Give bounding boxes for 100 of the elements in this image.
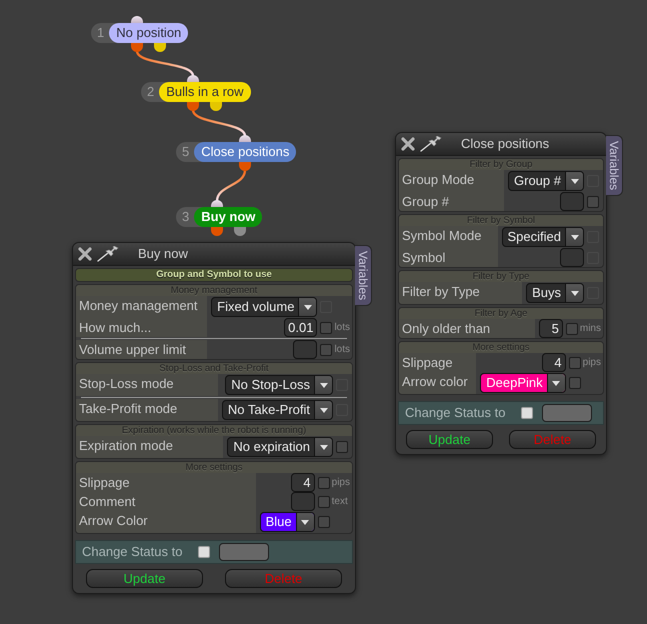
status-field[interactable]	[219, 543, 270, 561]
node-label: Buy now	[194, 207, 262, 227]
node-number: 1	[96, 24, 106, 42]
dropdown[interactable]: Fixed volume	[211, 297, 318, 317]
field-label: Slippage	[76, 473, 256, 492]
checkbox[interactable]	[568, 377, 581, 389]
input-field[interactable]: 0.01	[284, 318, 318, 337]
connector-line	[192, 110, 246, 136]
checkbox[interactable]	[318, 496, 330, 508]
field-label: Money management	[76, 296, 208, 318]
field-label: Symbol Mode	[399, 226, 498, 248]
side-tab[interactable]: Variables	[355, 245, 372, 306]
output-port-icon[interactable]	[234, 227, 246, 236]
checkbox[interactable]	[568, 356, 581, 368]
checkbox[interactable]	[318, 476, 330, 488]
pin-icon[interactable]	[420, 136, 442, 152]
graph-node[interactable]: 3 Buy now	[176, 207, 262, 227]
color-dropdown[interactable]: DeepPink	[480, 373, 566, 393]
caret-icon	[301, 520, 310, 524]
input-port-icon[interactable]	[239, 135, 251, 142]
unit-label: text	[332, 496, 348, 508]
checkbox[interactable]	[198, 546, 210, 558]
checkbox[interactable]	[521, 407, 534, 419]
input-port-icon[interactable]	[187, 75, 199, 82]
field-label: Expiration mode	[76, 436, 224, 458]
node-number: 2	[146, 83, 156, 101]
node-number: 3	[181, 208, 190, 226]
graph-node[interactable]: 2 Bulls in a row	[141, 82, 251, 102]
update-button[interactable]: Update	[406, 430, 493, 449]
status-field[interactable]	[542, 404, 592, 422]
field-label: Stop-Loss mode	[76, 374, 218, 396]
field-label: Group #	[399, 192, 504, 211]
field-label: How much...	[76, 318, 208, 337]
caret-icon	[320, 382, 328, 388]
unit-label: mins	[580, 322, 601, 334]
input-port-icon[interactable]	[211, 200, 223, 207]
output-port-icon[interactable]	[211, 227, 223, 236]
input-port-icon[interactable]	[131, 16, 143, 23]
dropdown[interactable]: No Stop-Loss	[225, 375, 333, 395]
caret-icon	[304, 304, 312, 310]
dropdown[interactable]: No expiration	[227, 437, 333, 457]
checkbox[interactable]	[318, 516, 330, 528]
dropdown[interactable]: Specified	[502, 227, 584, 247]
unit-label: lots	[334, 344, 350, 356]
close-icon[interactable]	[401, 137, 415, 151]
input-field[interactable]	[560, 192, 584, 211]
unit-label: pips	[582, 356, 601, 368]
field-label: Symbol	[399, 248, 498, 267]
input-field[interactable]: 4	[542, 353, 566, 372]
field-label: Arrow Color	[76, 511, 256, 533]
graph-node[interactable]: 1 No position	[91, 23, 188, 43]
field-label: Group Mode	[399, 170, 504, 192]
close-icon[interactable]	[78, 247, 92, 261]
node-number: 5	[181, 143, 190, 161]
window-title: Buy now	[138, 246, 188, 262]
caret-icon	[570, 290, 578, 296]
checkbox[interactable]	[336, 441, 348, 453]
window-title: Close positions	[461, 136, 550, 152]
field-label: Slippage	[399, 353, 476, 372]
node-label: Bulls in a row	[159, 82, 251, 102]
field-label: Volume upper limit	[76, 340, 208, 359]
output-port-icon[interactable]	[239, 162, 251, 171]
checkbox[interactable]	[566, 322, 578, 334]
caret-icon	[552, 380, 560, 386]
dropdown[interactable]: Buys	[526, 283, 584, 303]
input-field[interactable]	[290, 492, 315, 511]
input-field[interactable]: 5	[538, 319, 563, 338]
node-label: No position	[109, 23, 188, 43]
caret-icon	[570, 234, 578, 240]
unit-label: pips	[332, 476, 350, 488]
dropdown[interactable]: Group #	[508, 171, 584, 191]
graph-node[interactable]: 5 Close positions	[176, 142, 296, 162]
color-dropdown[interactable]: Blue	[260, 512, 315, 532]
caret-icon	[570, 178, 578, 184]
section-header[interactable]: Group and Symbol to use	[76, 269, 352, 281]
input-field[interactable]	[560, 248, 584, 267]
output-port-icon[interactable]	[210, 102, 222, 111]
change-status-label: Change Status to	[405, 405, 506, 421]
caret-icon	[320, 408, 328, 412]
input-field[interactable]	[293, 340, 318, 359]
connector-line	[216, 170, 246, 202]
output-port-icon[interactable]	[154, 43, 166, 52]
update-button[interactable]: Update	[86, 569, 203, 588]
field-label: Filter by Type	[399, 282, 522, 304]
checkbox[interactable]	[320, 322, 332, 334]
field-label: Comment	[76, 492, 256, 511]
output-port-icon[interactable]	[187, 102, 199, 111]
pin-icon[interactable]	[97, 246, 119, 262]
unit-label: lots	[334, 322, 350, 334]
checkbox[interactable]	[320, 344, 332, 356]
node-label: Close positions	[194, 142, 296, 162]
side-tab[interactable]: Variables	[606, 135, 623, 196]
output-port-icon[interactable]	[131, 43, 143, 52]
caret-icon	[320, 444, 328, 450]
dropdown[interactable]: No Take-Profit	[222, 400, 333, 420]
field-label: Take-Profit mode	[76, 399, 218, 421]
field-label: Arrow color	[399, 372, 476, 394]
input-field[interactable]: 4	[290, 473, 315, 492]
field-label: Only older than	[399, 319, 535, 338]
checkbox[interactable]	[587, 196, 599, 208]
